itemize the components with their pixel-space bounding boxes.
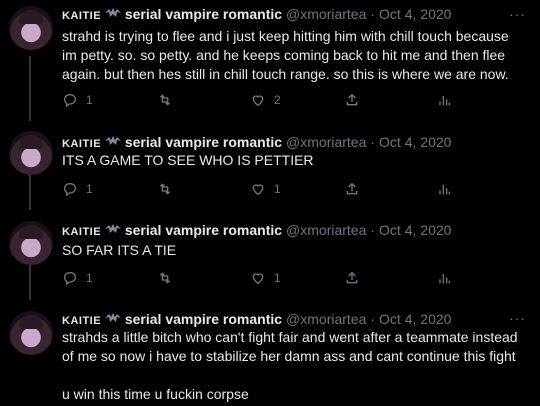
like-button[interactable]: 1	[250, 270, 281, 286]
avatar[interactable]	[9, 6, 53, 50]
like-count: 1	[274, 182, 281, 196]
tweet-text: SO FAR ITS A TIE	[62, 242, 177, 258]
tweet-header: KAITIE serial vampire romantic @xmoriart…	[62, 5, 451, 23]
retweet-button[interactable]	[157, 270, 173, 286]
handle[interactable]: @xmoriartea	[286, 222, 366, 238]
separator: ·	[370, 311, 376, 327]
tweet[interactable]: KAITIE serial vampire romantic @xmoriart…	[0, 0, 540, 125]
tweet-actions: 1 1	[62, 270, 482, 288]
reply-button[interactable]: 1	[62, 92, 93, 108]
reply-count: 1	[86, 271, 93, 285]
reply-icon	[63, 271, 77, 286]
display-name[interactable]: KAITIE serial vampire romantic	[62, 134, 282, 150]
heart-icon	[252, 95, 264, 107]
analytics-button[interactable]	[436, 181, 452, 197]
tweet-actions: 1 2	[62, 92, 482, 110]
analytics-icon	[439, 96, 450, 106]
tweet-header: KAITIE serial vampire romantic @xmoriart…	[62, 221, 451, 239]
reply-icon	[63, 93, 77, 108]
analytics-icon	[439, 185, 450, 195]
more-options-button[interactable]: ···	[509, 6, 526, 22]
share-button[interactable]	[344, 270, 360, 286]
tweet[interactable]: KAITIE serial vampire romantic @xmoriart…	[0, 305, 540, 406]
bat-icon	[104, 224, 121, 233]
tweet[interactable]: KAITIE serial vampire romantic @xmoriart…	[0, 125, 540, 215]
reply-button[interactable]: 1	[62, 181, 93, 197]
tweet[interactable]: KAITIE serial vampire romantic @xmoriart…	[0, 215, 540, 305]
like-count: 1	[274, 271, 281, 285]
tweet-header: KAITIE serial vampire romantic @xmoriart…	[62, 310, 451, 328]
separator: ·	[370, 6, 376, 22]
tweet-text: strahd is trying to flee and i just keep…	[62, 28, 513, 82]
avatar[interactable]	[9, 131, 53, 175]
display-name[interactable]: KAITIE serial vampire romantic	[62, 6, 282, 22]
handle[interactable]: @xmoriartea	[286, 311, 366, 327]
share-button[interactable]	[344, 92, 360, 108]
bat-icon	[104, 136, 121, 145]
like-count: 2	[274, 93, 281, 107]
reply-icon	[63, 182, 77, 197]
share-icon	[346, 182, 358, 195]
more-options-button[interactable]: ···	[509, 310, 526, 326]
retweet-icon	[159, 183, 171, 195]
timestamp[interactable]: Oct 4, 2020	[379, 222, 451, 238]
tweet-text: strahds a little bitch who can't fight f…	[62, 329, 518, 402]
retweet-icon	[159, 272, 171, 284]
display-name[interactable]: KAITIE serial vampire romantic	[62, 311, 282, 327]
handle[interactable]: @xmoriartea	[286, 134, 366, 150]
bat-icon	[104, 8, 121, 17]
share-button[interactable]	[344, 181, 360, 197]
share-icon	[346, 93, 358, 106]
retweet-icon	[159, 94, 171, 106]
analytics-button[interactable]	[436, 270, 452, 286]
analytics-icon	[439, 274, 450, 284]
heart-icon	[252, 273, 264, 285]
share-icon	[346, 271, 358, 284]
separator: ·	[370, 222, 376, 238]
reply-button[interactable]: 1	[62, 270, 93, 286]
reply-count: 1	[86, 93, 93, 107]
display-name[interactable]: KAITIE serial vampire romantic	[62, 222, 282, 238]
like-button[interactable]: 1	[250, 181, 281, 197]
like-button[interactable]: 2	[250, 92, 281, 108]
tweet-text: ITS A GAME TO SEE WHO IS PETTIER	[62, 152, 314, 168]
heart-icon	[252, 184, 264, 196]
timestamp[interactable]: Oct 4, 2020	[379, 311, 451, 327]
bat-icon	[104, 313, 121, 322]
timestamp[interactable]: Oct 4, 2020	[379, 134, 451, 150]
tweet-actions: 1 1	[62, 181, 482, 199]
analytics-button[interactable]	[436, 92, 452, 108]
timestamp[interactable]: Oct 4, 2020	[379, 6, 451, 22]
avatar[interactable]	[9, 311, 53, 355]
tweet-header: KAITIE serial vampire romantic @xmoriart…	[62, 133, 451, 151]
avatar[interactable]	[9, 221, 53, 265]
separator: ·	[370, 134, 376, 150]
retweet-button[interactable]	[157, 92, 173, 108]
retweet-button[interactable]	[157, 181, 173, 197]
handle[interactable]: @xmoriartea	[286, 6, 366, 22]
reply-count: 1	[86, 182, 93, 196]
